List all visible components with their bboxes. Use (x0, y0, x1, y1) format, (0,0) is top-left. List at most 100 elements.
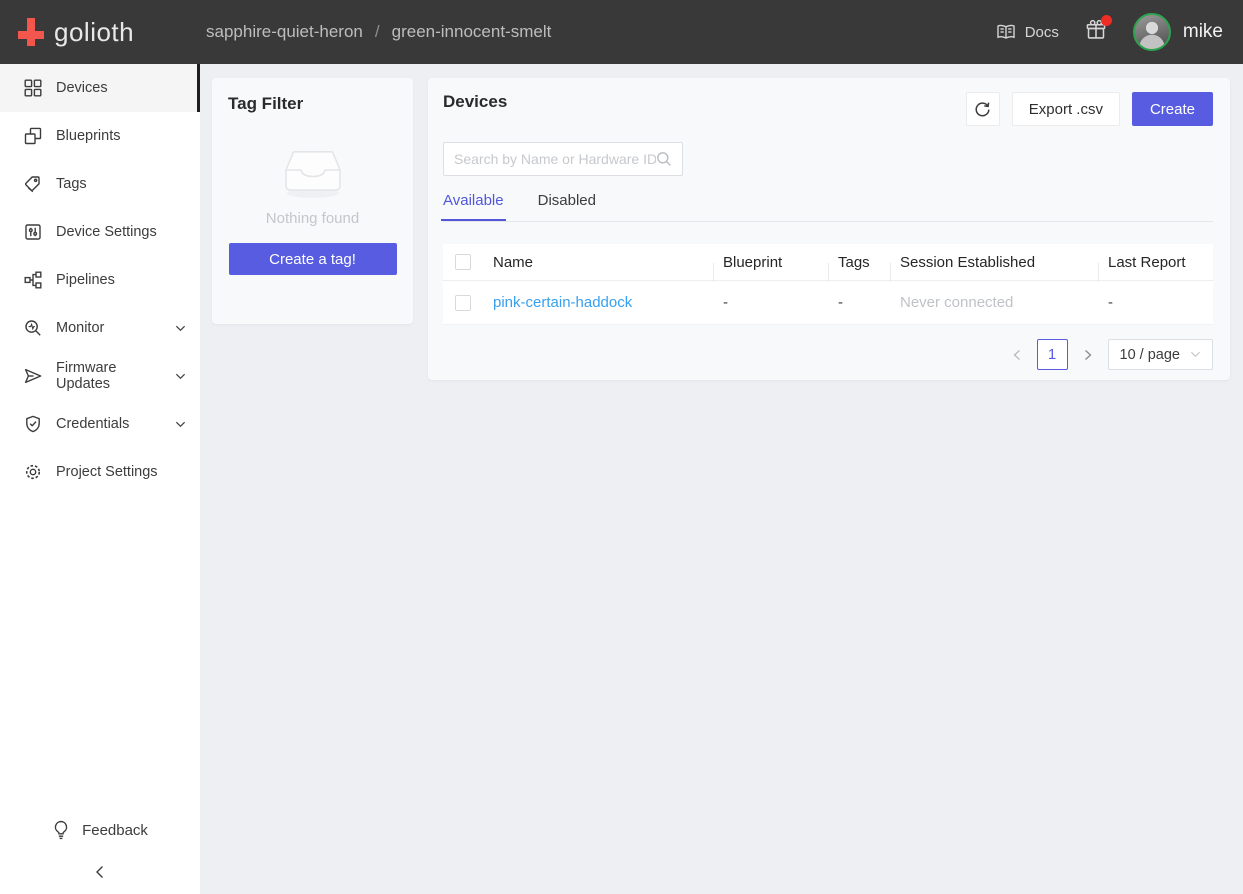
sidebar-item-label: Pipelines (56, 272, 186, 288)
chevron-down-icon (175, 323, 186, 334)
sidebar-item-label: Monitor (56, 320, 161, 336)
devices-actions: Export .csv Create (966, 92, 1213, 126)
tabs-divider (443, 221, 1213, 222)
breadcrumb-current[interactable]: green-innocent-smelt (392, 22, 552, 42)
breadcrumb: sapphire-quiet-heron / green-innocent-sm… (206, 22, 551, 42)
page-size-value: 10 / page (1120, 347, 1180, 363)
tag-icon (24, 175, 42, 193)
avatar[interactable] (1133, 13, 1171, 51)
sidebar-item-project-settings[interactable]: Project Settings (0, 448, 200, 496)
sidebar-item-label: Credentials (56, 416, 161, 432)
next-page-button[interactable] (1077, 340, 1099, 370)
prev-page-button[interactable] (1006, 340, 1028, 370)
sidebar: Devices Blueprints Tags (0, 64, 200, 894)
pipelines-icon (24, 271, 42, 289)
tag-filter-title: Tag Filter (228, 94, 397, 114)
tag-filter-empty-state: Nothing found Create a tag! (228, 148, 397, 275)
user-menu[interactable]: mike (1133, 13, 1223, 51)
tab-disabled[interactable]: Disabled (538, 192, 596, 221)
send-icon (24, 367, 42, 385)
notification-dot (1101, 15, 1112, 26)
feedback-button[interactable]: Feedback (0, 810, 200, 850)
username: mike (1183, 21, 1223, 43)
session-cell: Never connected (890, 294, 1098, 311)
column-header-session: Session Established (890, 254, 1098, 271)
sidebar-item-device-settings[interactable]: Device Settings (0, 208, 200, 256)
sidebar-item-label: Devices (56, 80, 183, 96)
feedback-label: Feedback (82, 822, 148, 839)
device-search-input[interactable] (454, 151, 656, 167)
table-header-row: Name Blueprint Tags Session Established … (443, 244, 1213, 281)
device-search (443, 142, 683, 176)
device-tabs: Available Disabled (443, 192, 1213, 221)
app-root: golioth sapphire-quiet-heron / green-inn… (0, 0, 1243, 894)
sidebar-item-label: Project Settings (56, 464, 186, 480)
row-checkbox[interactable] (455, 295, 471, 311)
chevron-down-icon (1190, 349, 1201, 360)
sidebar-item-label: Blueprints (56, 128, 186, 144)
empty-state-text: Nothing found (266, 210, 359, 227)
docs-label: Docs (1025, 24, 1059, 41)
logo-text: golioth (54, 17, 134, 48)
sidebar-collapse-button[interactable] (0, 854, 200, 890)
device-name-cell: pink-certain-haddock (483, 294, 713, 311)
export-csv-button[interactable]: Export .csv (1012, 92, 1120, 126)
book-icon (996, 23, 1016, 41)
devices-panel-header: Devices Export .csv Create (443, 92, 1213, 126)
topbar: golioth sapphire-quiet-heron / green-inn… (0, 0, 1243, 64)
refresh-icon (974, 101, 991, 118)
topbar-right: Docs mike (996, 13, 1243, 51)
select-all-cell (443, 254, 483, 270)
sidebar-item-label: Device Settings (56, 224, 186, 240)
blueprint-cell: - (713, 294, 828, 311)
empty-inbox-icon (280, 148, 346, 200)
sidebar-item-credentials[interactable]: Credentials (0, 400, 200, 448)
sidebar-item-firmware-updates[interactable]: Firmware Updates (0, 352, 200, 400)
sidebar-item-tags[interactable]: Tags (0, 160, 200, 208)
sidebar-item-monitor[interactable]: Monitor (0, 304, 200, 352)
tab-available[interactable]: Available (443, 192, 504, 221)
column-header-blueprint: Blueprint (713, 254, 828, 271)
sidebar-item-pipelines[interactable]: Pipelines (0, 256, 200, 304)
breadcrumb-project[interactable]: sapphire-quiet-heron (206, 22, 363, 42)
chevron-left-icon (93, 864, 107, 880)
devices-table: Name Blueprint Tags Session Established … (443, 244, 1213, 325)
create-tag-button[interactable]: Create a tag! (229, 243, 397, 275)
whats-new-button[interactable] (1085, 19, 1107, 46)
page-size-select[interactable]: 10 / page (1108, 339, 1213, 370)
sidebar-item-label: Tags (56, 176, 186, 192)
breadcrumb-separator: / (375, 22, 380, 42)
sidebar-item-blueprints[interactable]: Blueprints (0, 112, 200, 160)
golioth-logo-icon (16, 16, 46, 48)
golioth-logo[interactable]: golioth (0, 16, 200, 48)
sidebar-item-label: Firmware Updates (56, 360, 161, 392)
tag-filter-panel: Tag Filter Nothing found Create a tag! (212, 78, 413, 324)
devices-title: Devices (443, 92, 507, 112)
docs-button[interactable]: Docs (996, 23, 1059, 41)
column-header-last-report: Last Report (1098, 254, 1213, 271)
pagination: 1 10 / page (443, 339, 1213, 370)
devices-panel: Devices Export .csv Create (428, 78, 1230, 380)
sliders-icon (24, 223, 42, 241)
lightbulb-icon (52, 820, 70, 840)
tags-cell: - (828, 294, 890, 311)
column-header-tags: Tags (828, 254, 890, 271)
column-header-name: Name (483, 254, 713, 271)
chevron-down-icon (175, 371, 186, 382)
chevron-right-icon (1083, 349, 1093, 361)
device-link[interactable]: pink-certain-haddock (493, 294, 632, 311)
sidebar-item-devices[interactable]: Devices (0, 64, 200, 112)
blueprints-icon (24, 127, 42, 145)
select-all-checkbox[interactable] (455, 254, 471, 270)
create-device-button[interactable]: Create (1132, 92, 1213, 126)
monitor-icon (24, 319, 42, 337)
search-icon[interactable] (656, 151, 672, 167)
gear-icon (24, 463, 42, 481)
devices-grid-icon (24, 79, 42, 97)
table-row: pink-certain-haddock - - Never connected… (443, 281, 1213, 325)
refresh-button[interactable] (966, 92, 1000, 126)
page-number[interactable]: 1 (1037, 339, 1068, 370)
last-report-cell: - (1098, 294, 1213, 311)
chevron-down-icon (175, 419, 186, 430)
chevron-left-icon (1012, 349, 1022, 361)
